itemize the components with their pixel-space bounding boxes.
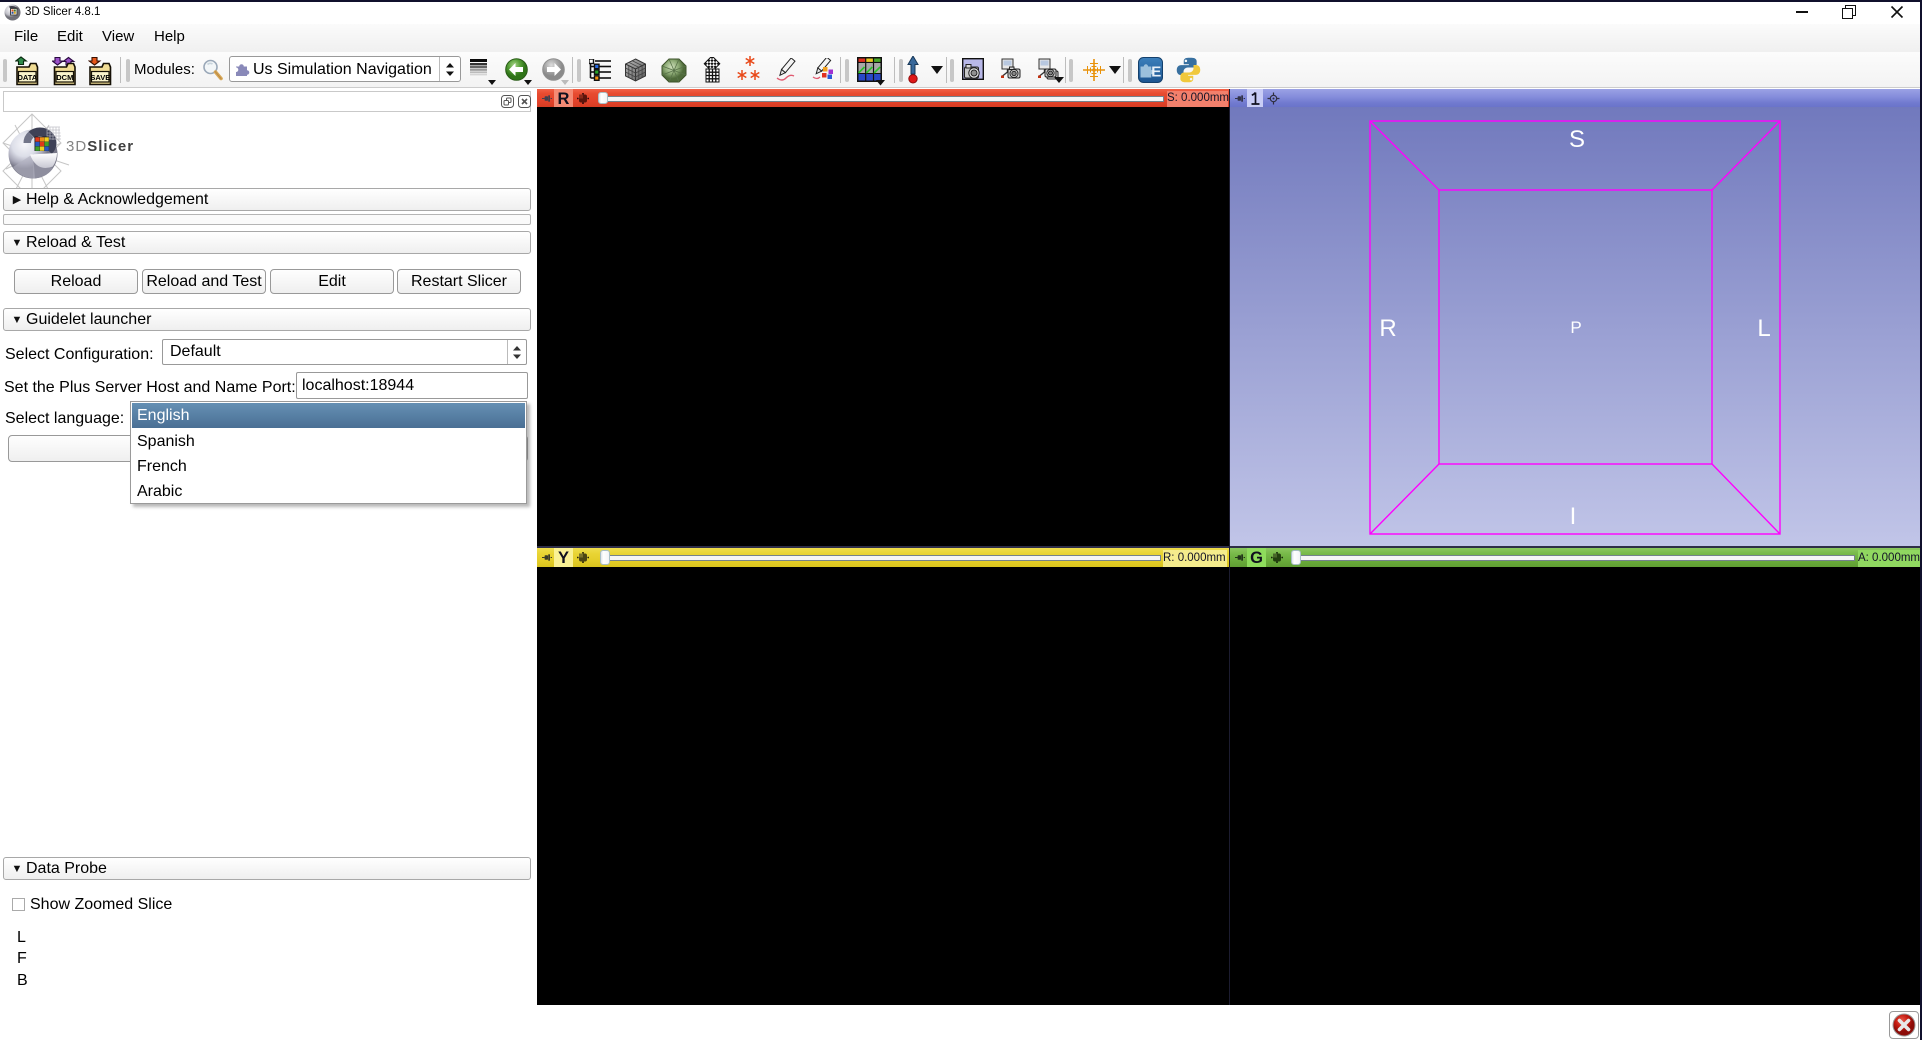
svg-text:R: R [1379, 315, 1396, 342]
svg-text:S: S [1569, 126, 1585, 153]
svg-text:SAVE: SAVE [90, 73, 110, 82]
svg-text:DCM: DCM [56, 73, 73, 82]
svg-text:L: L [1757, 315, 1770, 342]
svg-text:DATA: DATA [17, 73, 37, 82]
svg-text:P: P [1570, 318, 1581, 337]
svg-text:E: E [1151, 64, 1161, 81]
svg-text:I: I [1570, 503, 1577, 530]
